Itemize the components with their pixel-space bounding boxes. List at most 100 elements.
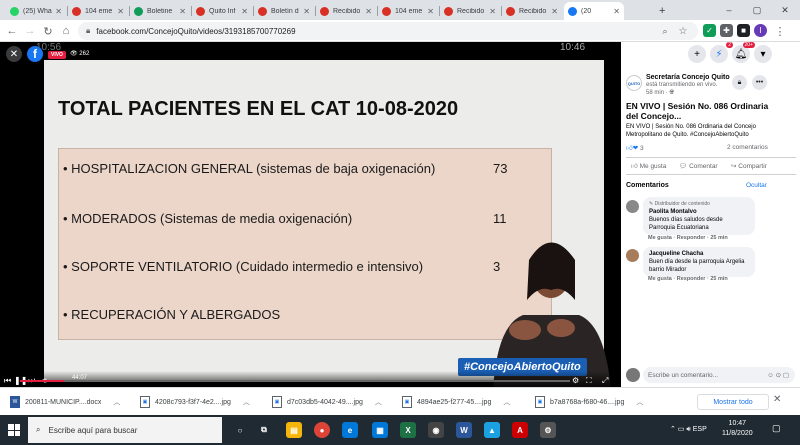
commenter-name[interactable]: Jacqueline Chacha [649, 250, 749, 258]
page-name[interactable]: Secretaría Concejo Quito [646, 74, 730, 81]
taskbar-search-input[interactable]: ⌕ Escribe aquí para buscar [28, 417, 222, 443]
save-lock-icon[interactable]: 🔒︎ [732, 75, 747, 90]
acrobat-icon[interactable]: A [512, 422, 528, 438]
close-tab-icon[interactable]: ✕ [55, 7, 62, 16]
download-item[interactable]: W 200811-MUNICIP....docx ︿ [10, 396, 120, 408]
extension-dark-icon[interactable]: ■ [737, 24, 750, 37]
close-window-button[interactable]: ✕ [771, 0, 799, 20]
zoom-icon[interactable]: ⌕ [657, 23, 673, 39]
account-dropdown-icon[interactable]: ▾ [754, 45, 772, 63]
alert-icon [196, 6, 205, 16]
browser-tab[interactable]: Boletín d ✕ [254, 2, 314, 20]
commenter-avatar[interactable] [626, 249, 639, 262]
browser-tab[interactable]: Recibido ✕ [316, 2, 376, 20]
notification-center-icon[interactable]: ▢ [772, 423, 781, 434]
close-tab-icon[interactable]: ✕ [365, 7, 372, 16]
new-tab-button[interactable]: + [655, 2, 669, 20]
system-tray[interactable]: ⌃ ▭ 🔊︎ ESP [670, 425, 707, 434]
language-indicator[interactable]: ESP [693, 426, 707, 433]
comment-actions[interactable]: Me gusta · Responder · 25 min [648, 276, 728, 282]
chevron-up-icon[interactable]: ︿ [636, 397, 643, 407]
reactions[interactable]: 👍︎❤︎ 3 [626, 144, 644, 152]
forward-icon[interactable]: → [22, 23, 38, 39]
browser-menu-icon[interactable]: ⋮ [772, 23, 788, 39]
hide-comments-link[interactable]: Ocultar [746, 182, 767, 189]
browser-tab[interactable]: Boletine ✕ [130, 2, 190, 20]
minimize-button[interactable]: – [715, 0, 743, 20]
comment-count[interactable]: 2 comentarios [727, 144, 768, 151]
home-icon[interactable]: ⌂ [58, 23, 74, 39]
close-tab-icon[interactable]: ✕ [551, 7, 558, 16]
tools-icon[interactable]: ⚙ [540, 422, 556, 438]
more-options-icon[interactable]: ••• [752, 75, 767, 90]
maximize-button[interactable]: ▢ [743, 0, 771, 20]
video-player[interactable]: 10:56 10:46 TOTAL PACIENTES EN EL CAT 10… [0, 42, 621, 387]
download-item[interactable]: ▣ 4894ae25-f277-45....jpg ︿ [402, 396, 510, 408]
show-all-downloads-button[interactable]: Mostrar todo [697, 394, 769, 410]
page-avatar[interactable]: QUITO [626, 75, 642, 91]
photos-icon[interactable]: ▲ [484, 422, 500, 438]
post-description: EN VIVO | Sesión No. 086 Ordinaria del C… [626, 124, 756, 138]
fullscreen-icon[interactable]: ⛶ [586, 376, 592, 386]
extension-check-icon[interactable]: ✓ [703, 24, 716, 37]
facebook-logo-icon[interactable]: f [27, 46, 43, 62]
comment-button[interactable]: 💬︎ Comentar [679, 162, 718, 170]
close-tab-icon[interactable]: ✕ [117, 7, 124, 16]
chevron-up-icon[interactable]: ︿ [375, 397, 382, 407]
video-progress-bar[interactable] [20, 380, 570, 382]
chrome-icon[interactable]: ● [314, 422, 330, 438]
task-view-icon[interactable]: ⧉ [256, 422, 272, 438]
download-item[interactable]: ▣ b7a8768a-f680-46....jpg ︿ [535, 396, 643, 408]
browser-tab[interactable]: 104 eme ✕ [378, 2, 438, 20]
extension-puzzle-icon[interactable]: ✚ [720, 24, 733, 37]
browser-tab[interactable]: Quito Inf ✕ [192, 2, 252, 20]
messenger-badge: 2 [726, 42, 733, 48]
download-item[interactable]: ▣ d7c03db5-4042-49....jpg ︿ [272, 396, 382, 408]
write-comment-input[interactable]: Escribe un comentario... ☺ ⊙ ▢ [643, 367, 795, 383]
close-tab-icon[interactable]: ✕ [427, 7, 434, 16]
profile-avatar[interactable]: I [754, 24, 767, 37]
browser-tab[interactable]: 104 eme ✕ [68, 2, 128, 20]
emoji-icons[interactable]: ☺ ⊙ ▢ [767, 371, 789, 379]
messenger-icon[interactable]: ⚡︎ 2 [710, 42, 733, 63]
like-button[interactable]: 👍︎ Me gusta [631, 162, 666, 170]
media-icon[interactable]: ◉ [428, 422, 444, 438]
reload-icon[interactable]: ↻ [40, 23, 56, 39]
file-explorer-icon[interactable]: ▤ [286, 422, 302, 438]
browser-tab[interactable]: (25) Wha ✕ [6, 2, 66, 20]
commenter-name[interactable]: Paolita Montalvo [649, 208, 749, 216]
settings-gear-icon[interactable]: ⚙ [572, 376, 579, 385]
close-tab-icon[interactable]: ✕ [241, 7, 248, 16]
browser-tab[interactable]: (20 ✕ [564, 2, 624, 20]
cortana-icon[interactable]: ○ [232, 422, 248, 438]
word-icon[interactable]: W [456, 422, 472, 438]
commenter-avatar[interactable] [626, 200, 639, 213]
chevron-up-icon[interactable]: ︿ [113, 397, 120, 407]
bookmark-star-icon[interactable]: ☆ [675, 23, 691, 39]
rewind-icon[interactable]: ⏮ [4, 376, 11, 386]
chevron-up-icon[interactable]: ︿ [503, 397, 510, 407]
browser-tab[interactable]: Recibido ✕ [502, 2, 562, 20]
windows-start-icon[interactable] [8, 424, 20, 436]
close-tab-icon[interactable]: ✕ [489, 7, 496, 16]
expand-icon[interactable]: ⤢ [602, 376, 608, 386]
whatsapp-icon [10, 6, 19, 16]
notifications-bell-icon[interactable]: 🔔︎ 20+ [732, 42, 755, 63]
close-downloads-icon[interactable]: ✕ [773, 394, 781, 405]
close-tab-icon[interactable]: ✕ [613, 7, 620, 16]
comment-actions[interactable]: Me gusta · Responder · 25 min [648, 235, 728, 241]
close-video-button[interactable]: ✕ [6, 46, 22, 62]
close-tab-icon[interactable]: ✕ [179, 7, 186, 16]
excel-icon[interactable]: X [400, 422, 416, 438]
chevron-up-icon[interactable]: ︿ [243, 397, 250, 407]
close-tab-icon[interactable]: ✕ [303, 7, 310, 16]
address-bar[interactable]: 🔒︎ facebook.com/ConcejoQuito/videos/3193… [78, 22, 698, 40]
share-button[interactable]: ↪ Compartir [731, 162, 767, 170]
taskbar-clock[interactable]: 10:47 11/8/2020 [722, 419, 753, 439]
store-icon[interactable]: ▦ [372, 422, 388, 438]
create-plus-icon[interactable]: + [688, 45, 706, 63]
edge-icon[interactable]: e [342, 422, 358, 438]
back-icon[interactable]: ← [4, 23, 20, 39]
download-item[interactable]: ▣ 4208c793-f3f7-4e2....jpg ︿ [140, 396, 250, 408]
browser-tab[interactable]: Recibido ✕ [440, 2, 500, 20]
